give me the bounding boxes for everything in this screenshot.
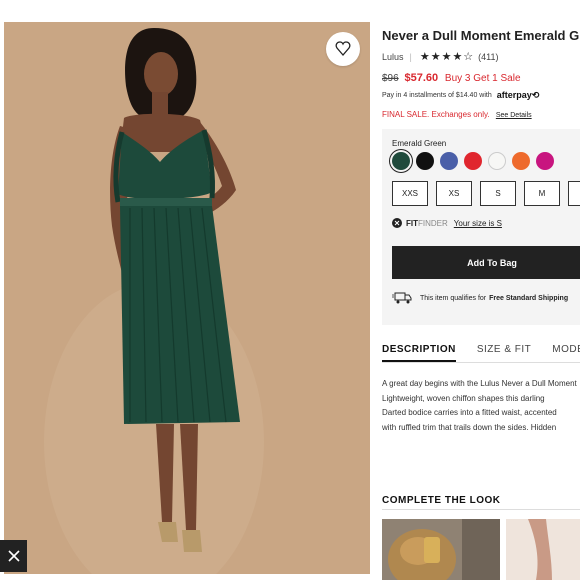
brand-link[interactable]: Lulus [382,52,404,62]
swatch-blue[interactable] [440,152,458,170]
divider: | [409,51,412,62]
sale-price: $57.60 [404,72,439,84]
size-options: XXS XS S M L [392,181,580,206]
price-row: $96 $57.60 Buy 3 Get 1 Sale [382,72,521,84]
afterpay-logo[interactable]: afterpay⟲ [497,90,540,101]
look-thumbnail-hair-clip[interactable] [382,519,500,580]
swatch-orange[interactable] [512,152,530,170]
tabs-divider [382,362,580,363]
heart-icon [335,41,351,56]
hair-clip-photo [382,519,500,580]
fit-finder-icon [392,218,402,228]
shipping-bold-text: Free Standard Shipping [489,294,569,302]
swatch-black[interactable] [416,152,434,170]
swatch-emerald-green[interactable] [392,152,410,170]
swatch-red[interactable] [464,152,482,170]
look-photo [506,519,580,580]
tab-description[interactable]: DESCRIPTION [382,344,456,362]
purchase-options: Emerald Green XXS XS S M L FIT FINDER Yo… [382,129,580,325]
shipping-note: This item qualifies for Free Standard Sh… [392,292,568,304]
promo-text: Buy 3 Get 1 Sale [444,73,521,84]
review-count[interactable]: (411) [478,52,498,62]
product-details-panel: Never a Dull Moment Emerald Green Pleate… [382,0,580,580]
rating-stars[interactable]: ★★★★☆ [420,50,474,63]
size-s-button[interactable]: S [480,181,516,206]
product-description: A great day begins with the Lulus Never … [382,377,580,435]
your-size-link[interactable]: Your size is S [454,219,502,228]
description-line: Darted bodice carries into a fitted wais… [382,408,557,417]
installments-row: Pay in 4 installments of $14.40 with aft… [382,90,539,101]
color-swatches [392,152,560,170]
add-to-bag-button[interactable]: Add To Bag [392,246,580,279]
description-line: Lightweight, woven chiffon shapes this d… [382,393,545,403]
shipping-text: This item qualifies for [420,294,487,302]
installments-text: Pay in 4 installments of $14.40 with [382,92,492,99]
brand-rating-row: Lulus | ★★★★☆ (411) [382,50,499,63]
close-icon [7,550,20,562]
product-tabs: DESCRIPTION SIZE & FIT MODEL STATS [382,344,580,362]
original-price: $96 [382,73,399,84]
complete-the-look-divider [382,509,580,510]
product-title: Never a Dull Moment Emerald Green Pleate… [382,28,580,43]
fit-finder-row: FIT FINDER Your size is S [392,218,502,228]
description-line: with ruffled trim that trails down the s… [382,422,557,432]
truck-icon [392,292,412,304]
size-xs-button[interactable]: XS [436,181,472,206]
tab-model-stats[interactable]: MODEL STATS [552,344,580,362]
model-illustration [4,22,370,574]
see-details-link[interactable]: See Details [496,112,532,119]
complete-the-look-heading: COMPLETE THE LOOK [382,495,501,506]
product-photo [4,22,370,574]
swatch-magenta[interactable] [536,152,554,170]
size-xxs-button[interactable]: XXS [392,181,428,206]
finder-text: FINDER [418,218,448,228]
final-sale-row: FINAL SALE. Exchanges only. See Details [382,110,532,119]
swatch-white[interactable] [488,152,506,170]
description-line: A great day begins with the Lulus Never … [382,379,577,388]
favorite-button[interactable] [326,32,360,66]
look-thumbnail-2[interactable] [506,519,580,580]
tab-size-fit[interactable]: SIZE & FIT [477,344,531,362]
selected-color-label: Emerald Green [392,139,447,148]
final-sale-text: FINAL SALE. Exchanges only. [382,110,490,119]
close-button[interactable] [0,540,27,572]
size-l-button[interactable]: L [568,181,580,206]
size-m-button[interactable]: M [524,181,560,206]
fit-logo-text: FIT [406,218,418,228]
